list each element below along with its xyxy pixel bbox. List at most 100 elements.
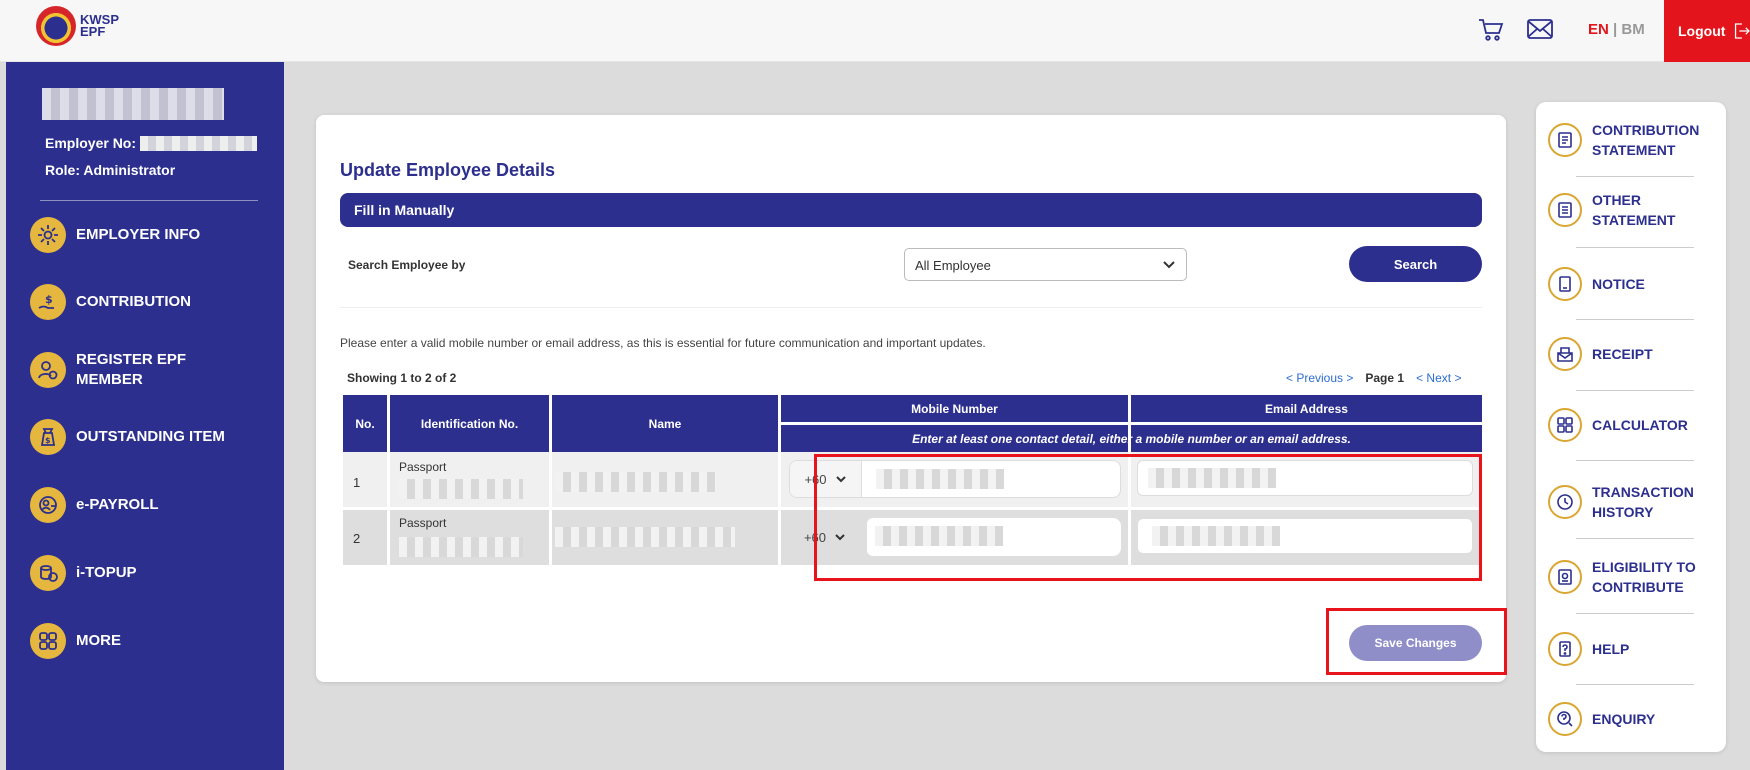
update-employee-card: Update Employee Details Fill in Manually… [316, 115, 1506, 682]
receipt-icon [1548, 337, 1582, 371]
quick-link-other-statement[interactable]: OTHER STATEMENT [1548, 190, 1710, 230]
mail-icon[interactable] [1527, 18, 1553, 40]
top-bar: KWSP EPF EN | BM Logout [0, 0, 1750, 62]
next-link[interactable]: < Next > [1416, 371, 1461, 385]
sidebar-item-more[interactable]: MORE [30, 623, 246, 659]
employer-no: Employer No: [45, 135, 258, 151]
divider [1576, 538, 1694, 539]
column-divider [778, 395, 781, 572]
search-button[interactable]: Search [1349, 246, 1482, 282]
quick-link-label: CONTRIBUTION STATEMENT [1592, 122, 1700, 158]
employee-filter-value: All Employee [915, 258, 991, 273]
sidebar-item-register-epf-member[interactable]: REGISTER EPF MEMBER [30, 350, 246, 390]
statement-icon [1548, 123, 1582, 157]
quick-link-transaction-history[interactable]: TRANSACTION HISTORY [1548, 482, 1710, 522]
email-input[interactable] [1137, 460, 1473, 496]
quick-link-receipt[interactable]: RECEIPT [1548, 337, 1710, 371]
mobile-number-redacted [875, 526, 1003, 546]
logout-icon [1735, 23, 1750, 39]
quick-link-calculator[interactable]: CALCULATOR [1548, 408, 1710, 442]
employer-no-redacted [140, 135, 258, 151]
logo-line2: EPF [80, 24, 106, 39]
email-input[interactable] [1137, 518, 1473, 554]
save-changes-button[interactable]: Save Changes [1349, 625, 1482, 661]
column-header-email: Email Address [1131, 395, 1482, 422]
history-icon [1548, 485, 1582, 519]
sidebar-item-e-payroll[interactable]: e-PAYROLL [30, 487, 246, 523]
sidebar-item-label: REGISTER EPF MEMBER [76, 351, 187, 388]
search-label: Search Employee by [348, 258, 466, 272]
divider [1576, 319, 1694, 320]
row-number: 2 [353, 531, 361, 546]
logout-button[interactable]: Logout [1664, 0, 1750, 62]
quick-link-contribution-statement[interactable]: CONTRIBUTION STATEMENT [1548, 120, 1710, 160]
column-header-no: No. [343, 395, 387, 452]
employee-filter-select[interactable]: All Employee [904, 248, 1187, 281]
quick-link-help[interactable]: HELP [1548, 632, 1710, 666]
country-code-select[interactable]: +60 [789, 518, 861, 556]
sidebar-item-label: e-PAYROLL [76, 496, 159, 513]
enquiry-icon [1548, 702, 1582, 736]
quick-link-notice[interactable]: NOTICE [1548, 267, 1710, 301]
divider [1576, 613, 1694, 614]
column-header-mobile: Mobile Number [781, 395, 1128, 422]
calculator-icon [1548, 408, 1582, 442]
money-bag-icon: $ [30, 419, 66, 455]
sidebar-divider [40, 200, 258, 201]
divider [1576, 176, 1694, 177]
country-code-select[interactable]: +60 [790, 461, 862, 497]
mobile-input-group: +60 [789, 518, 1121, 556]
sidebar-item-contribution[interactable]: $ CONTRIBUTION [30, 284, 246, 320]
page-label: Page [1365, 371, 1395, 385]
lang-en[interactable]: EN [1588, 21, 1609, 38]
sidebar-item-label: MORE [76, 632, 121, 649]
contact-requirement-note: Enter at least one contact detail, eithe… [781, 425, 1482, 452]
payroll-icon [30, 487, 66, 523]
column-header-id: Identification No. [390, 395, 549, 452]
sidebar-item-label: CONTRIBUTION [76, 293, 191, 310]
mobile-number-input[interactable] [862, 461, 1120, 497]
quick-link-enquiry[interactable]: ENQUIRY [1548, 702, 1710, 736]
language-switch: EN | BM [1588, 21, 1645, 38]
divider [1576, 247, 1694, 248]
contact-notice: Please enter a valid mobile number or em… [340, 336, 986, 350]
quick-link-label: ELIGIBILITY TO CONTRIBUTE [1592, 559, 1696, 595]
help-icon [1548, 632, 1582, 666]
column-divider [387, 395, 390, 572]
column-divider [1128, 395, 1131, 572]
cart-icon[interactable] [1478, 18, 1504, 42]
email-redacted [1152, 526, 1280, 546]
user-role: Role: Administrator [45, 162, 176, 178]
mobile-input-group: +60 [789, 460, 1121, 498]
page-number: 1 [1397, 371, 1405, 385]
quick-link-label: TRANSACTION HISTORY [1592, 484, 1694, 520]
previous-link[interactable]: < Previous > [1286, 371, 1353, 385]
quick-link-label: ENQUIRY [1592, 711, 1656, 727]
sidebar-item-i-topup[interactable]: i-TOPUP [30, 555, 246, 591]
sidebar-item-label: EMPLOYER INFO [76, 226, 201, 243]
lang-bm[interactable]: BM [1621, 21, 1644, 38]
kwsp-logo[interactable]: KWSP EPF [36, 6, 119, 46]
sidebar-item-outstanding-item[interactable]: $ OUTSTANDING ITEM [30, 419, 246, 455]
coins-icon [30, 555, 66, 591]
svg-text:$: $ [45, 436, 51, 445]
divider [1576, 684, 1694, 685]
mobile-number-input[interactable] [867, 518, 1121, 556]
country-code-value: +60 [803, 529, 827, 545]
email-redacted [1148, 468, 1276, 488]
left-sidebar: Employer No: Role: Administrator EMPLOYE… [6, 62, 284, 770]
column-header-name: Name [552, 395, 778, 452]
quick-link-label: OTHER STATEMENT [1592, 192, 1676, 228]
grid-icon [30, 623, 66, 659]
quick-link-label: RECEIPT [1592, 346, 1653, 362]
svg-text:$: $ [45, 293, 53, 306]
sidebar-item-label: i-TOPUP [76, 564, 137, 581]
quick-link-eligibility[interactable]: ELIGIBILITY TO CONTRIBUTE [1548, 557, 1710, 597]
quick-link-label: CALCULATOR [1592, 417, 1688, 433]
sidebar-item-employer-info[interactable]: EMPLOYER INFO [30, 217, 246, 253]
eligibility-icon [1548, 560, 1582, 594]
divider [340, 307, 1482, 308]
id-type: Passport [399, 516, 447, 530]
table-row: 1 Passport +60 [343, 452, 1482, 507]
column-divider [549, 395, 552, 572]
